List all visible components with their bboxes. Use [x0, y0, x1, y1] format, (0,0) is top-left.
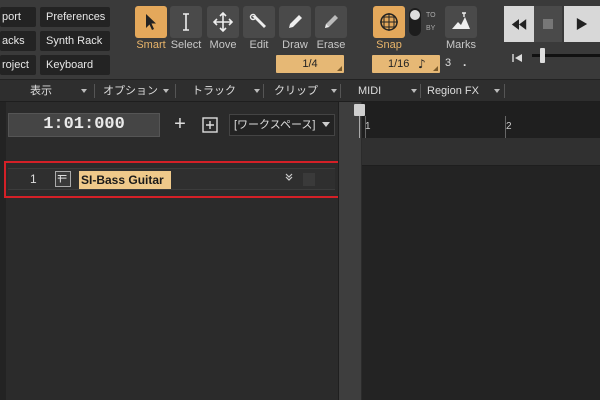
track-pane: [0, 102, 338, 400]
menu-tracks-label: トラック: [192, 85, 236, 97]
menu-midi[interactable]: MIDI: [358, 83, 417, 99]
menu-separator: [175, 84, 176, 98]
snap-label: Snap: [376, 39, 402, 51]
erase-tool-button[interactable]: [315, 6, 347, 38]
move-tool-button[interactable]: [207, 6, 239, 38]
triplet-toggle[interactable]: 3: [445, 57, 451, 69]
snap-resolution-value: 1/16: [388, 58, 410, 70]
chevron-down-icon: [322, 122, 330, 127]
snap-resolution-field[interactable]: 1/16 ♪: [372, 55, 440, 73]
edit-tool-button[interactable]: [243, 6, 275, 38]
menu-separator: [94, 84, 95, 98]
snap-to-label: TO: [426, 12, 436, 19]
menu-tracks[interactable]: トラック: [192, 83, 260, 99]
keyboard-button[interactable]: Keyboard: [40, 55, 110, 75]
chevron-down-icon: [411, 89, 417, 93]
position-slider-handle[interactable]: [540, 48, 545, 63]
dropdown-corner-icon: [433, 66, 438, 71]
chevron-down-icon: [254, 89, 260, 93]
draw-resolution-field[interactable]: 1/4: [276, 55, 344, 73]
menu-separator: [263, 84, 264, 98]
chevron-down-icon: [81, 89, 87, 93]
menu-view[interactable]: 表示: [30, 83, 87, 99]
pane-splitter[interactable]: [338, 102, 361, 400]
move-arrows-icon: [212, 11, 234, 33]
text-cursor-icon: [183, 13, 189, 31]
menu-clips-label: クリップ: [274, 85, 318, 97]
workspace-dropdown-label: [ワークスペース]: [234, 119, 316, 131]
menu-options-label: オプション: [103, 85, 158, 97]
chevron-down-icon: [163, 89, 169, 93]
menu-clips[interactable]: クリップ: [274, 83, 337, 99]
menu-view-label: 表示: [30, 85, 52, 97]
smart-tool-button[interactable]: [135, 6, 167, 38]
go-to-start-icon[interactable]: [512, 50, 524, 68]
play-icon: [576, 18, 588, 30]
erase-tool-label: Erase: [316, 39, 346, 51]
ruler-sub-strip: [362, 138, 600, 166]
rewind-button[interactable]: [504, 6, 534, 42]
now-time-line: [359, 116, 360, 138]
menu-separator: [504, 84, 505, 98]
draw-tool-button[interactable]: [279, 6, 311, 38]
insert-track-button[interactable]: [200, 115, 220, 135]
tracks-button[interactable]: acks: [0, 31, 36, 51]
dotted-toggle[interactable]: .: [463, 55, 466, 69]
export-button[interactable]: port: [0, 7, 36, 27]
menu-options[interactable]: オプション: [103, 83, 169, 99]
menu-region-fx[interactable]: Region FX: [427, 83, 500, 99]
eraser-icon: [325, 15, 338, 28]
menu-separator: [340, 84, 341, 98]
menu-midi-label: MIDI: [358, 85, 382, 97]
add-track-icon: [202, 117, 218, 133]
now-time-display[interactable]: 1:01:000: [8, 113, 160, 137]
time-ruler[interactable]: 1 2: [362, 102, 600, 138]
select-tool-button[interactable]: [170, 6, 202, 38]
now-time-marker[interactable]: [354, 104, 365, 116]
wrench-icon: [249, 13, 266, 28]
stop-button[interactable]: [534, 6, 562, 42]
pencil-icon: [289, 15, 302, 28]
marks-button[interactable]: [445, 6, 477, 38]
callout-highlight-box: [4, 161, 346, 198]
daw-window: port acks roject Preferences Synth Rack …: [0, 0, 600, 400]
chevron-down-icon: [331, 89, 337, 93]
menu-region-fx-label: Region FX: [427, 85, 479, 97]
project-button[interactable]: roject: [0, 55, 36, 75]
ruler-bar-number: 2: [506, 121, 512, 132]
arrow-cursor-icon: [146, 14, 156, 30]
rewind-icon: [511, 18, 527, 30]
control-bar: port acks roject Preferences Synth Rack …: [0, 0, 600, 80]
snap-mode-toggle[interactable]: [409, 8, 421, 36]
preferences-button[interactable]: Preferences: [40, 7, 110, 27]
draw-resolution-value: 1/4: [302, 58, 318, 70]
sixteenth-note-icon: ♪: [418, 57, 426, 71]
stop-icon: [543, 19, 553, 29]
menu-separator: [420, 84, 421, 98]
track-view-menubar: 表示 オプション トラック クリップ MIDI Region FX: [0, 80, 600, 102]
play-button[interactable]: [564, 6, 600, 42]
synth-rack-button[interactable]: Synth Rack: [40, 31, 110, 51]
dropdown-corner-icon: [337, 66, 342, 71]
add-track-button[interactable]: +: [170, 113, 190, 137]
snap-grid-icon: [380, 13, 398, 31]
track-pane-edge: [0, 102, 6, 400]
snap-button[interactable]: [373, 6, 405, 38]
ruler-bar-number: 1: [365, 121, 371, 132]
marks-label: Marks: [446, 39, 476, 51]
marker-icon: [452, 12, 470, 29]
snap-by-label: BY: [426, 25, 436, 32]
workspace-dropdown[interactable]: [ワークスペース]: [229, 114, 335, 136]
toggle-knob: [410, 10, 420, 20]
chevron-down-icon: [494, 89, 500, 93]
